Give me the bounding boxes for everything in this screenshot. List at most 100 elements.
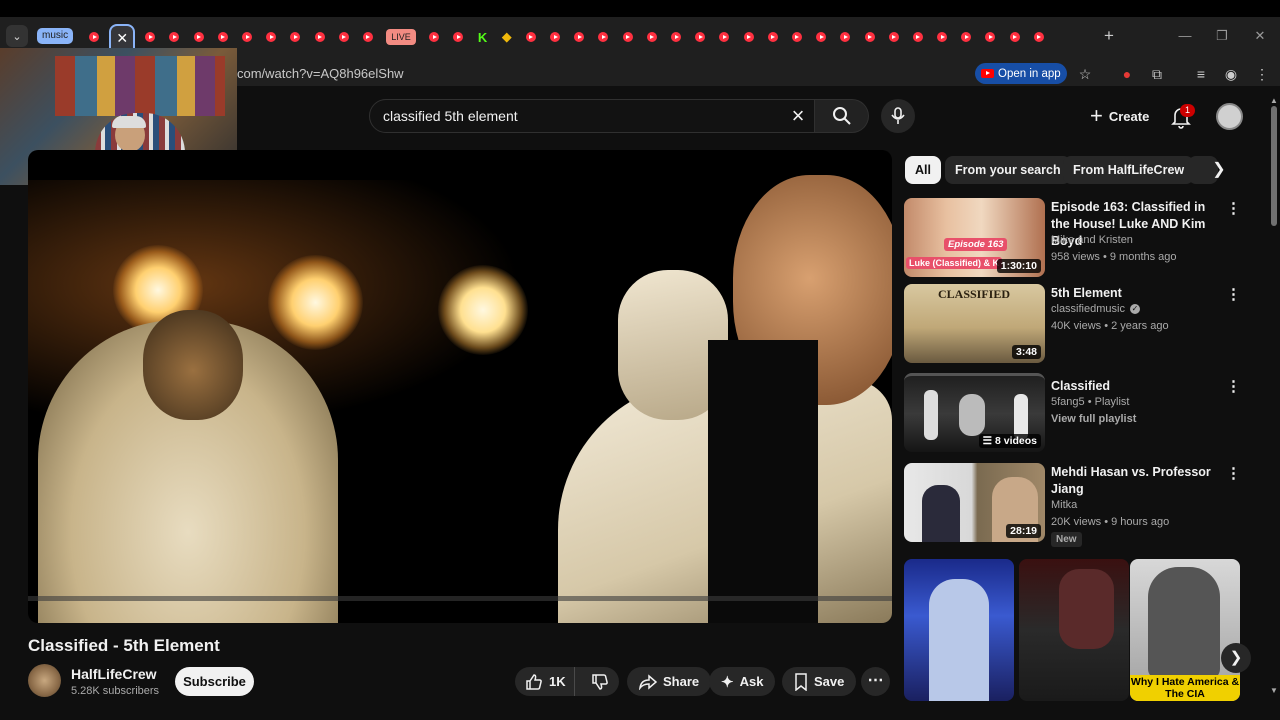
kick-tab[interactable]: K [470, 27, 494, 47]
browser-tab[interactable] [138, 27, 162, 47]
recommendation-channel[interactable]: Mike and Kristen [1051, 234, 1133, 246]
recommendation-title[interactable]: Classified [1051, 378, 1213, 395]
browser-tab[interactable] [712, 27, 736, 47]
browser-tab[interactable] [954, 27, 978, 47]
recommendation-title[interactable]: Mehdi Hasan vs. Professor Jiang [1051, 464, 1213, 498]
recommendation-channel[interactable]: Mitka [1051, 499, 1077, 511]
browser-tab[interactable] [688, 27, 712, 47]
restore-button[interactable]: ❐ [1212, 26, 1232, 46]
subscribe-button[interactable]: Subscribe [175, 667, 254, 696]
more-options-icon[interactable]: ⋮ [1226, 378, 1241, 398]
recommendation-channel-row[interactable]: classifiedmusic ✓ [1051, 303, 1140, 315]
more-options-icon[interactable]: ⋮ [1226, 465, 1241, 485]
voice-search-button[interactable] [881, 99, 915, 133]
browser-tab[interactable] [235, 27, 259, 47]
active-tab-close-button[interactable]: ✕ [109, 24, 136, 50]
binance-tab[interactable]: ◆ [495, 27, 519, 47]
channel-avatar[interactable] [28, 664, 61, 697]
recommendation-item[interactable]: Episode 163 Luke (Classified) & K 1:30:1… [904, 198, 1244, 278]
browser-tab[interactable] [446, 27, 470, 47]
live-tab[interactable]: LIVE [386, 29, 417, 45]
share-button[interactable]: Share [627, 667, 712, 696]
chevron-right-icon[interactable]: ❯ [1207, 158, 1231, 182]
new-tab-button[interactable]: + [1100, 26, 1118, 46]
shorts-next-chevron-icon[interactable]: ❯ [1221, 643, 1251, 673]
browser-tab[interactable] [785, 27, 809, 47]
media-controls-icon[interactable]: ≡ [1190, 63, 1212, 85]
browser-tab[interactable] [187, 27, 211, 47]
recommendation-item[interactable]: 28:19 Mehdi Hasan vs. Professor Jiang Mi… [904, 463, 1244, 547]
more-options-icon[interactable]: ⋮ [1226, 200, 1241, 220]
recommendation-item[interactable]: CLASSIFIED 3:48 5th Element classifiedmu… [904, 284, 1244, 364]
browser-tab[interactable] [882, 27, 906, 47]
more-options-icon[interactable]: ⋮ [1226, 286, 1241, 306]
playlist-item[interactable]: ☰ 8 videos Classified 5fang5 • Playlist … [904, 373, 1244, 453]
bookmark-star-icon[interactable]: ☆ [1074, 63, 1096, 85]
like-button[interactable]: 1K [515, 667, 576, 696]
video-thumbnail[interactable]: Episode 163 Luke (Classified) & K 1:30:1… [904, 198, 1045, 277]
browser-tab[interactable] [664, 27, 688, 47]
browser-tab[interactable] [162, 27, 186, 47]
scroll-down-arrow-icon[interactable]: ▼ [1270, 686, 1278, 695]
ask-button[interactable]: ✦ Ask [709, 667, 776, 696]
browser-tab[interactable] [833, 27, 857, 47]
scroll-up-arrow-icon[interactable]: ▲ [1270, 96, 1278, 105]
url-text[interactable]: com/watch?v=AQ8h96elShw [237, 66, 404, 81]
extension-red-icon[interactable]: ● [1116, 63, 1138, 85]
browser-tab[interactable] [1003, 27, 1027, 47]
video-thumbnail[interactable]: CLASSIFIED 3:48 [904, 284, 1045, 363]
playlist-thumbnail[interactable]: ☰ 8 videos [904, 373, 1045, 452]
create-button[interactable]: + Create [1082, 102, 1157, 130]
tab-search-chevron-icon[interactable]: ⌄ [6, 25, 28, 47]
recommendation-title[interactable]: 5th Element [1051, 285, 1213, 302]
browser-tab[interactable] [930, 27, 954, 47]
page-scrollbar[interactable]: ▲ ▼ [1268, 96, 1280, 696]
browser-tab[interactable] [211, 27, 235, 47]
browser-tab[interactable] [640, 27, 664, 47]
more-actions-button[interactable]: ⋯ [861, 667, 890, 696]
browser-tab[interactable] [567, 27, 591, 47]
scrollbar-thumb[interactable] [1271, 106, 1277, 226]
dislike-button[interactable] [581, 667, 619, 696]
view-full-playlist-link[interactable]: View full playlist [1051, 413, 1136, 425]
browser-tab[interactable] [761, 27, 785, 47]
browser-tab[interactable] [543, 27, 567, 47]
browser-tab[interactable] [259, 27, 283, 47]
tab-group-label[interactable]: music [37, 28, 74, 44]
browser-tab[interactable] [422, 27, 446, 47]
extensions-puzzle-icon[interactable]: ⧉ [1146, 63, 1168, 85]
save-button[interactable]: Save [782, 667, 857, 696]
search-input[interactable]: classified 5th element [383, 108, 518, 124]
browser-tab[interactable] [906, 27, 930, 47]
close-window-button[interactable]: ✕ [1250, 26, 1270, 46]
profile-icon[interactable]: ◉ [1220, 63, 1242, 85]
browser-tab[interactable] [283, 27, 307, 47]
video-player[interactable] [28, 150, 892, 623]
minimize-button[interactable]: — [1175, 26, 1195, 46]
browser-tab[interactable] [591, 27, 615, 47]
search-box[interactable]: classified 5th element × [369, 99, 815, 133]
chip-from-halflifecrew[interactable]: From HalfLifeCrew [1063, 156, 1195, 184]
recommendation-channel[interactable]: 5fang5 • Playlist [1051, 396, 1129, 408]
browser-tab[interactable] [308, 27, 332, 47]
open-in-app-button[interactable]: Open in app [975, 63, 1067, 84]
chip-from-your-search[interactable]: From your search [945, 156, 1071, 184]
channel-name[interactable]: HalfLifeCrew [71, 666, 157, 682]
browser-menu-icon[interactable]: ⋮ [1251, 63, 1273, 85]
browser-tab[interactable] [356, 27, 380, 47]
browser-tab[interactable] [809, 27, 833, 47]
browser-tab[interactable] [857, 27, 881, 47]
account-avatar[interactable] [1216, 103, 1243, 130]
browser-tab[interactable] [616, 27, 640, 47]
search-button[interactable] [815, 99, 869, 133]
short-item[interactable] [1019, 559, 1129, 701]
browser-tab[interactable] [1027, 27, 1051, 47]
clear-search-icon[interactable]: × [786, 105, 810, 129]
chip-all[interactable]: All [905, 156, 941, 184]
browser-tab[interactable] [82, 27, 106, 47]
browser-tab[interactable] [978, 27, 1002, 47]
browser-tab[interactable] [519, 27, 543, 47]
short-item[interactable]: Why I Hate America & The CIA [1130, 559, 1240, 701]
short-item[interactable] [904, 559, 1014, 701]
browser-tab[interactable] [737, 27, 761, 47]
